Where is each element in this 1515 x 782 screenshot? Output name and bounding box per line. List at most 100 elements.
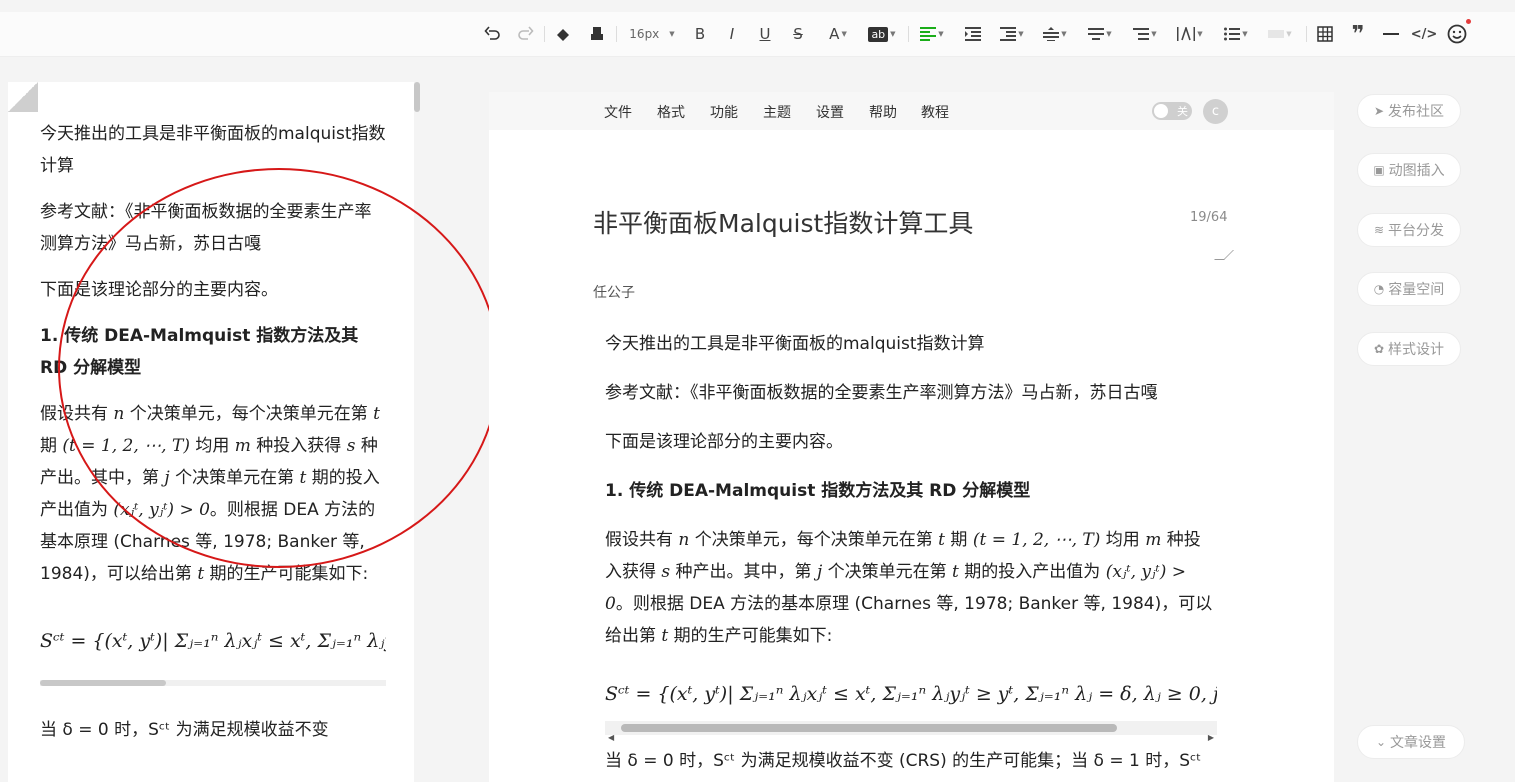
editor-toolbar: 16px ▼ B I U S A ▼ ab ▼ ▼ ▼ ▼ ▼ ▼ ▼ ▼ ▼ ❞ <… [0,12,1515,57]
strikethrough-button[interactable]: S [788,20,808,48]
publish-label: 发布社区 [1388,104,1445,120]
preview-para-intro: 今天推出的工具是非平衡面板的malquist指数计算 [40,124,386,176]
preview-para-assumption: 假设共有 n 个决策单元，每个决策单元在第 t 期 (t = 1, 2, ⋯, … [40,398,386,590]
align-left-icon[interactable]: ▼ [916,20,948,48]
menu-tutorial[interactable]: 教程 [921,102,949,122]
italic-button[interactable]: I [722,20,742,48]
distribute-label: 平台分发 [1388,223,1445,239]
outdent-icon[interactable]: ▼ [996,20,1028,48]
toggle-label: 关 [1177,105,1188,118]
text: 假设共有 [40,404,114,424]
toggle-switch[interactable]: 关 [1152,102,1192,120]
resize-handle-icon[interactable] [1214,250,1234,260]
scrollbar-thumb[interactable] [40,680,166,686]
editor-para-summary: 下面是该理论部分的主要内容。 [605,432,843,452]
table-icon[interactable] [1314,20,1336,48]
letter-spacing-icon[interactable]: ▼ [1174,20,1206,48]
bold-button[interactable]: B [690,20,710,48]
editor-content[interactable]: 今天推出的工具是非平衡面板的malquist指数计算 参考文献：《非平衡面板数据… [605,328,1217,782]
text: 假设共有 [605,530,679,550]
code-icon[interactable]: </> [1411,20,1438,48]
math-s: s [661,562,671,582]
editor-panel: 文件 格式 功能 主题 设置 帮助 教程 关 c 非平衡面板Malquist指数… [489,92,1334,782]
undo-icon[interactable] [482,20,504,48]
redo-icon[interactable] [514,20,536,48]
notification-dot [1466,19,1471,24]
text: 期 [945,530,973,550]
menu-help[interactable]: 帮助 [869,102,897,122]
document-title-input[interactable]: 非平衡面板Malquist指数计算工具 [593,204,973,240]
preview-formula-scrollbar[interactable] [40,680,386,686]
image-icon: ▣ [1373,163,1385,177]
math-range: (t = 1, 2, ⋯, T) [972,530,1101,550]
editor-menubar: 文件 格式 功能 主题 设置 帮助 教程 关 c [489,92,1334,130]
preview-para-reference: 参考文献：《非平衡面板数据的全要素生产率测算方法》马占新，苏日古嘎 [40,202,372,254]
avatar[interactable]: c [1203,99,1228,124]
style-design-label: 样式设计 [1388,342,1445,358]
editor-formula: Sᶜᵗ = {(xᵗ, yᵗ)| Σⱼ₌₁ⁿ λⱼxⱼᵗ ≤ xᵗ, Σⱼ₌₁ⁿ… [605,669,1217,721]
author-field[interactable]: 任公子 [593,282,635,302]
background-color-button[interactable]: ab ▼ [864,20,900,48]
list-indent-icon[interactable]: ▼ [1129,20,1161,48]
bullet-list-icon[interactable]: ▼ [1220,20,1252,48]
platform-distribute-button[interactable]: ≋ 平台分发 [1357,213,1461,247]
font-color-label: A [829,25,840,43]
math-t: t [938,530,946,550]
bold-label: B [694,25,706,43]
text: 期的生产可能集如下: [668,626,833,646]
text: 个决策单元在第 [169,468,300,488]
font-size-select[interactable]: 16px ▼ [626,20,678,48]
underline-button[interactable]: U [755,20,775,48]
corner-fold [8,82,38,112]
underline-label: U [759,25,771,43]
gif-insert-button[interactable]: ▣ 动图插入 [1357,153,1461,187]
formula-text: Sᶜᵗ = {(xᵗ, yᵗ)| Σⱼ₌₁ⁿ λⱼxⱼᵗ ≤ xᵗ, Σⱼ₌₁ⁿ… [40,630,386,652]
send-icon: ➤ [1373,104,1385,118]
text: 种投入获得 [250,436,347,456]
math-n: n [113,404,125,424]
math-t: t [952,562,959,582]
preview-panel[interactable]: 今天推出的工具是非平衡面板的malquist指数计算 参考文献：《非平衡面板数据… [8,82,414,782]
storage-space-button[interactable]: ◔ 容量空间 [1357,272,1461,306]
line-height-icon[interactable]: ▼ [1039,20,1071,48]
math-m: m [234,436,251,456]
horizontal-rule-icon[interactable] [1380,20,1402,48]
format-painter-icon[interactable] [586,20,608,48]
scrollbar-thumb[interactable] [621,724,1117,732]
article-settings-label: 文章设置 [1390,735,1447,751]
font-color-button[interactable]: A ▼ [822,20,854,48]
publish-community-button[interactable]: ➤ 发布社区 [1357,94,1461,128]
menu-settings[interactable]: 设置 [816,102,844,122]
preview-content: 今天推出的工具是非平衡面板的malquist指数计算 参考文献：《非平衡面板数据… [40,118,386,760]
editor-heading: 1. 传统 DEA-Malmquist 指数方法及其 RD 分解模型 [605,481,1031,501]
text: 期 [40,436,63,456]
text: 个决策单元，每个决策单元在第 [689,530,939,550]
math-range: (t = 1, 2, ⋯, T) [62,436,190,456]
editor-para-intro: 今天推出的工具是非平衡面板的malquist指数计算 [605,334,985,354]
eraser-icon[interactable] [552,20,574,48]
quote-icon[interactable]: ❞ [1347,20,1369,48]
text: 种产出。其中，第 [670,562,817,582]
scroll-right-icon[interactable]: ▶ [1208,722,1214,754]
menu-format[interactable]: 格式 [657,102,685,122]
editor-para-assumption: 假设共有 n 个决策单元，每个决策单元在第 t 期 (t = 1, 2, ⋯, … [605,524,1217,652]
paragraph-spacing-icon[interactable]: ▼ [1084,20,1116,48]
math-t: t [373,404,381,424]
indent-icon[interactable] [962,20,984,48]
emoji-icon[interactable] [1445,19,1471,48]
menu-theme[interactable]: 主题 [763,102,791,122]
formula-text: Sᶜᵗ = {(xᵗ, yᵗ)| Σⱼ₌₁ⁿ λⱼxⱼᵗ ≤ xᵗ, Σⱼ₌₁ⁿ… [605,683,1217,705]
scroll-left-icon[interactable]: ◀ [608,722,614,754]
menu-function[interactable]: 功能 [710,102,738,122]
menu-file[interactable]: 文件 [604,102,632,122]
article-settings-button[interactable]: ⌄ 文章设置 [1357,725,1465,759]
text: 均用 [1100,530,1146,550]
style-design-button[interactable]: ✿ 样式设计 [1357,332,1461,366]
preview-scrollbar[interactable] [414,82,420,112]
text: 期的投入产出值为 [958,562,1101,582]
italic-label: I [729,25,735,43]
preview-heading: 1. 传统 DEA-Malmquist 指数方法及其 RD 分解模型 [40,326,359,378]
editor-formula-scrollbar[interactable]: ◀ ▶ [605,721,1217,742]
palette-icon: ✿ [1373,342,1385,356]
cloud-icon: ◔ [1373,282,1385,296]
